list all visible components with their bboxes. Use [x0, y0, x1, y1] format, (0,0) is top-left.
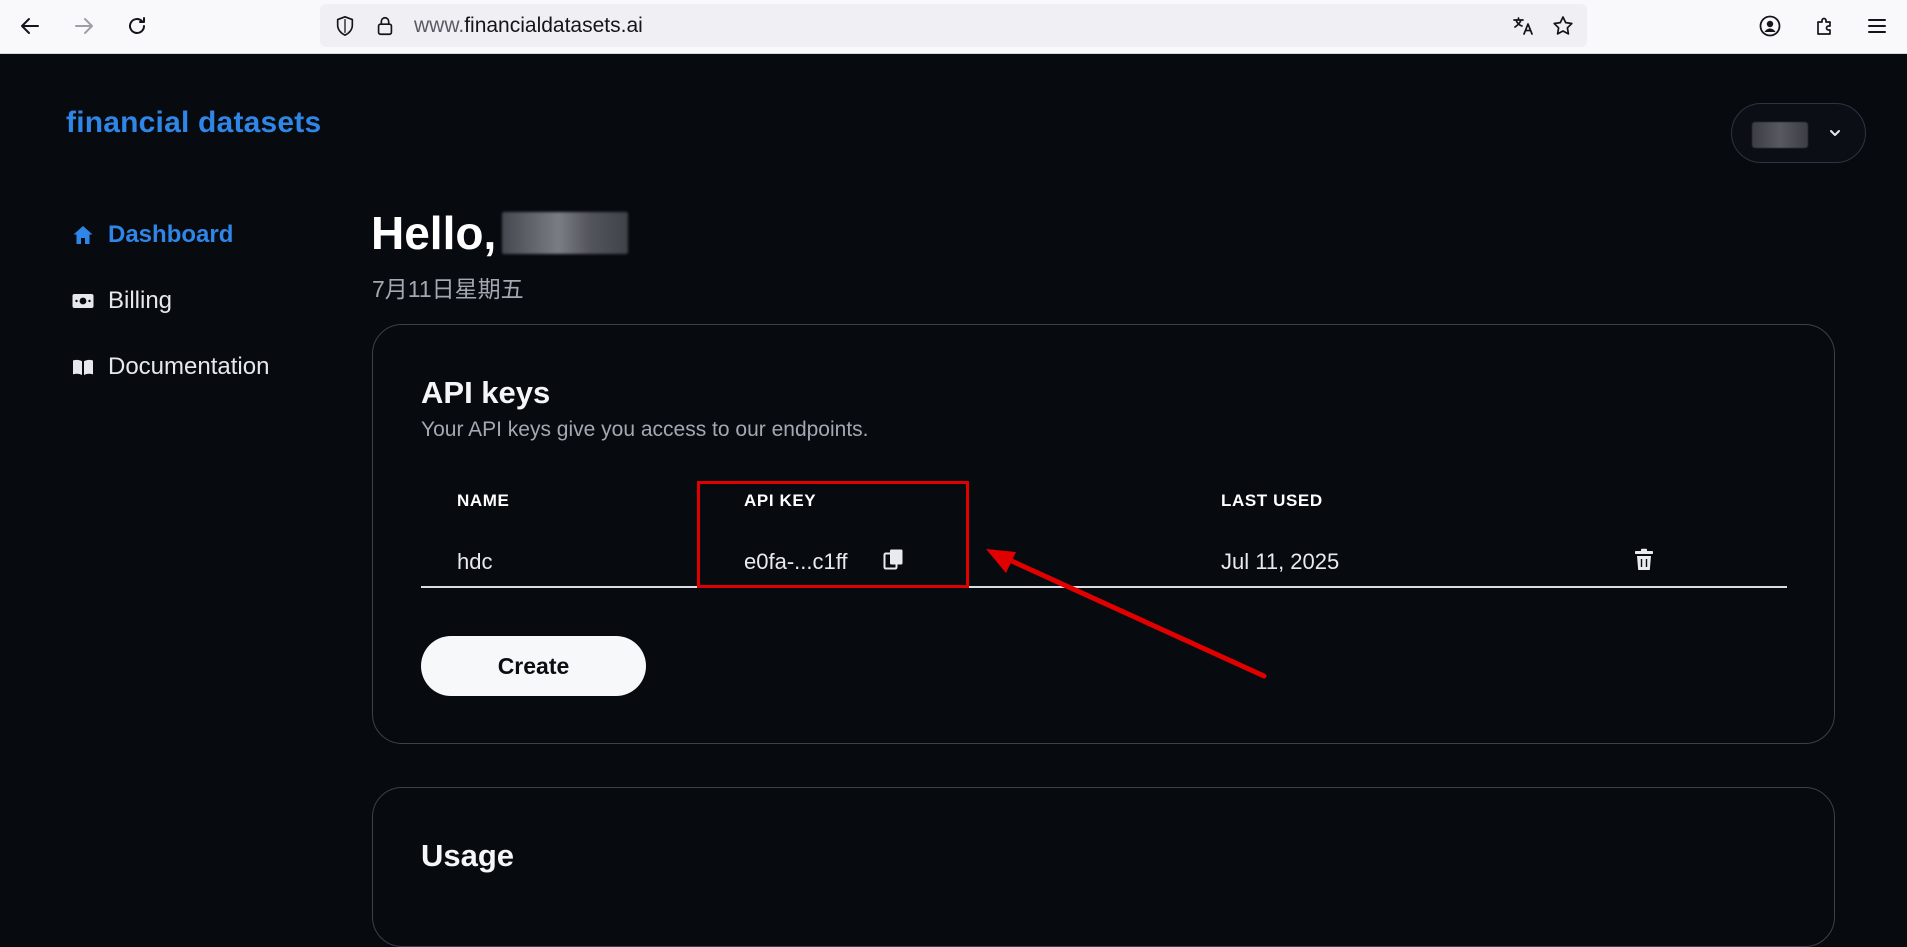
address-bar[interactable]: www.financialdatasets.ai	[320, 4, 1587, 47]
arrow-left-icon	[21, 18, 39, 34]
account-button[interactable]	[1753, 9, 1787, 43]
api-keys-title: API keys	[421, 375, 551, 410]
page-title: Hello,	[371, 206, 629, 260]
column-header-name: NAME	[457, 491, 510, 510]
sidebar-item-dashboard[interactable]: Dashboard	[70, 218, 233, 252]
column-header-last-used: LAST USED	[1221, 491, 1323, 510]
current-date: 7月11日星期五	[372, 276, 524, 302]
brand-logo[interactable]: financial datasets	[66, 106, 321, 140]
trash-icon	[1635, 548, 1653, 570]
app-menu-button[interactable]	[1860, 9, 1894, 43]
url-text[interactable]: www.financialdatasets.ai	[414, 15, 643, 37]
arrow-right-icon	[75, 18, 93, 34]
sidebar-item-label: Dashboard	[108, 221, 234, 248]
greeting-text: Hello,	[371, 207, 497, 259]
url-domain: financialdatasets.ai	[464, 14, 643, 37]
usage-title: Usage	[421, 838, 515, 873]
shield-icon[interactable]	[334, 15, 356, 37]
translate-icon[interactable]	[1511, 14, 1535, 38]
hamburger-menu-icon	[1868, 19, 1886, 33]
account-icon	[1759, 15, 1781, 37]
api-key-name: hdc	[457, 549, 493, 574]
chevron-down-icon	[1830, 130, 1840, 136]
delete-key-button[interactable]	[1633, 548, 1655, 577]
forward-button[interactable]	[66, 8, 102, 44]
sidebar-item-label: Billing	[108, 287, 173, 314]
usage-card: Usage	[372, 787, 1835, 947]
lock-icon[interactable]	[374, 15, 396, 37]
user-name-redacted	[502, 212, 629, 254]
create-key-button[interactable]: Create	[421, 636, 646, 696]
url-prefix: www.	[414, 14, 465, 37]
book-icon	[70, 354, 96, 380]
reload-icon	[129, 17, 145, 34]
extensions-button[interactable]	[1808, 9, 1842, 43]
back-button[interactable]	[12, 8, 48, 44]
star-icon[interactable]	[1551, 14, 1575, 38]
reload-button[interactable]	[119, 8, 155, 44]
sidebar-item-billing[interactable]: Billing	[70, 284, 172, 318]
annotation-highlight-box	[697, 481, 969, 588]
annotation-arrow-icon	[986, 549, 1267, 679]
money-icon	[70, 288, 96, 314]
api-keys-subtitle: Your API keys give you access to our end…	[421, 418, 869, 441]
home-icon	[70, 222, 96, 248]
browser-toolbar: www.financialdatasets.ai	[0, 0, 1907, 54]
puzzle-icon	[1817, 17, 1831, 35]
sidebar-item-label: Documentation	[108, 353, 270, 380]
sidebar-item-documentation[interactable]: Documentation	[70, 350, 269, 384]
user-menu-button[interactable]	[1731, 103, 1866, 163]
user-avatar-redacted	[1752, 122, 1808, 148]
